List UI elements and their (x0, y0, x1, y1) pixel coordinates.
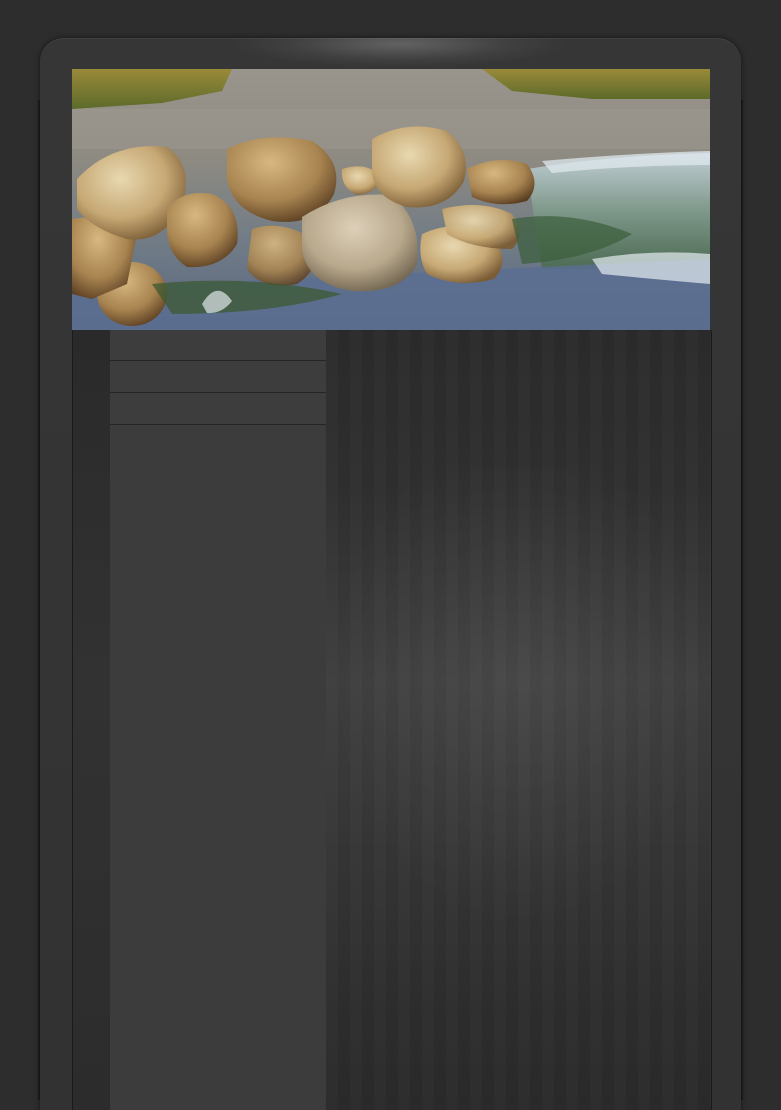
main-glow (326, 470, 711, 930)
content-area (72, 330, 712, 1110)
sidebar-item-3[interactable] (110, 394, 326, 425)
banner-photo (72, 69, 710, 330)
sidebar (110, 330, 327, 1110)
main-content (326, 330, 711, 1110)
left-gutter (73, 330, 110, 1110)
header-banner (72, 69, 710, 330)
page (0, 0, 781, 1110)
sidebar-item-1[interactable] (110, 330, 326, 361)
sidebar-item-2[interactable] (110, 362, 326, 393)
frame-right-shadow (741, 100, 744, 1100)
frame-highlight (230, 38, 570, 68)
